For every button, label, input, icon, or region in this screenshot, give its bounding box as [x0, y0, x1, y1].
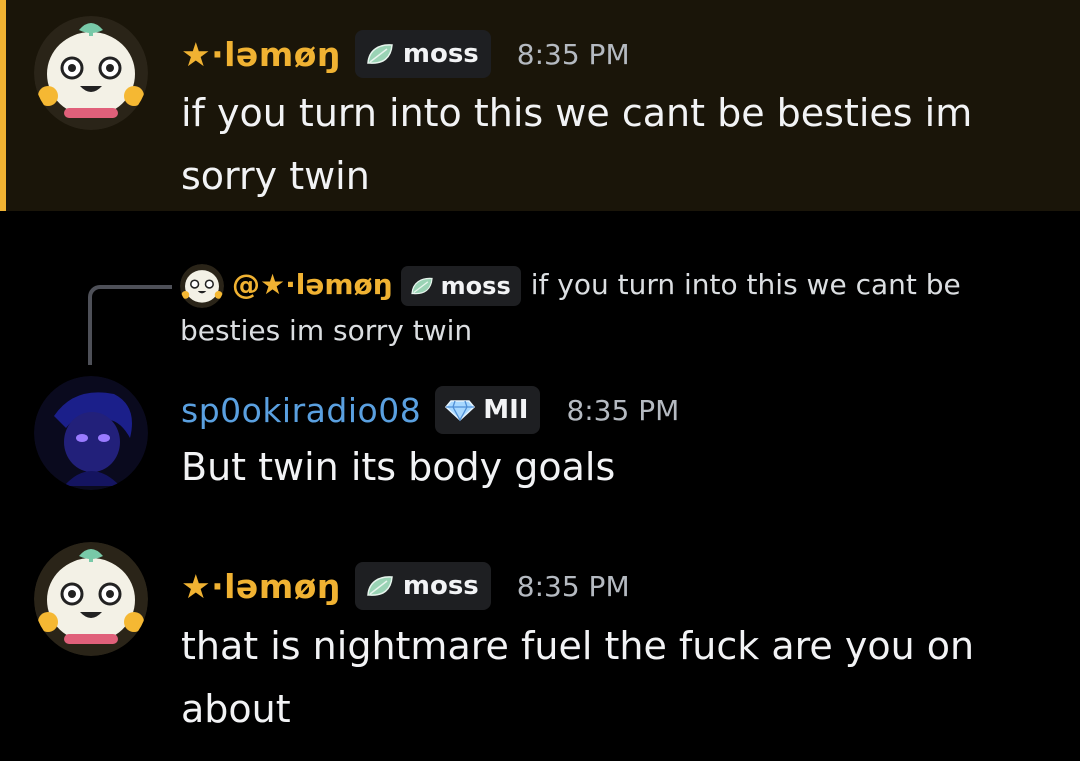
- server-tag[interactable]: moss: [354, 30, 491, 78]
- server-tag[interactable]: MII: [435, 386, 541, 434]
- user-avatar[interactable]: [34, 376, 148, 490]
- leaf-icon: [410, 277, 433, 295]
- username[interactable]: ★·ləmøŋ: [181, 35, 341, 74]
- user-avatar[interactable]: [34, 16, 148, 130]
- leaf-icon: [367, 44, 393, 64]
- message-item[interactable]: ★·ləmøŋ moss 8:35 PM that is nightmare f…: [0, 540, 1080, 761]
- chat-log: ★·ləmøŋ moss 8:35 PM if you turn into th…: [0, 0, 1080, 761]
- tag-label: moss: [402, 571, 479, 601]
- tag-label: MII: [483, 395, 529, 425]
- message-text: But twin its body goals: [181, 445, 616, 489]
- gem-icon: [445, 400, 476, 422]
- message-item[interactable]: ★·ləmøŋ moss 8:35 PM if you turn into th…: [0, 0, 1080, 211]
- reply-connector: [88, 285, 172, 365]
- message-text: if you turn into this we cant be besties…: [181, 91, 973, 198]
- timestamp: 8:35 PM: [566, 393, 680, 427]
- tag-label: moss: [402, 39, 479, 69]
- reply-tag-label: moss: [440, 272, 511, 300]
- user-avatar[interactable]: [34, 542, 148, 656]
- username[interactable]: ★·ləmøŋ: [181, 567, 341, 606]
- message-text: that is nightmare fuel the fuck are you …: [181, 624, 975, 731]
- leaf-icon: [367, 576, 393, 596]
- message-item[interactable]: sp0okiradio08 MII 8:35 PM But twin its b…: [0, 370, 1080, 500]
- server-tag[interactable]: moss: [354, 562, 491, 610]
- timestamp: 8:35 PM: [516, 569, 630, 603]
- reply-server-tag: moss: [400, 266, 521, 306]
- timestamp: 8:35 PM: [516, 37, 630, 71]
- username[interactable]: sp0okiradio08: [181, 391, 421, 430]
- reply-mention[interactable]: @★·ləmøŋ: [232, 268, 393, 301]
- reply-preview[interactable]: @★·ləmøŋ moss if you turn into this we can…: [180, 262, 1020, 354]
- reply-avatar: [180, 264, 224, 308]
